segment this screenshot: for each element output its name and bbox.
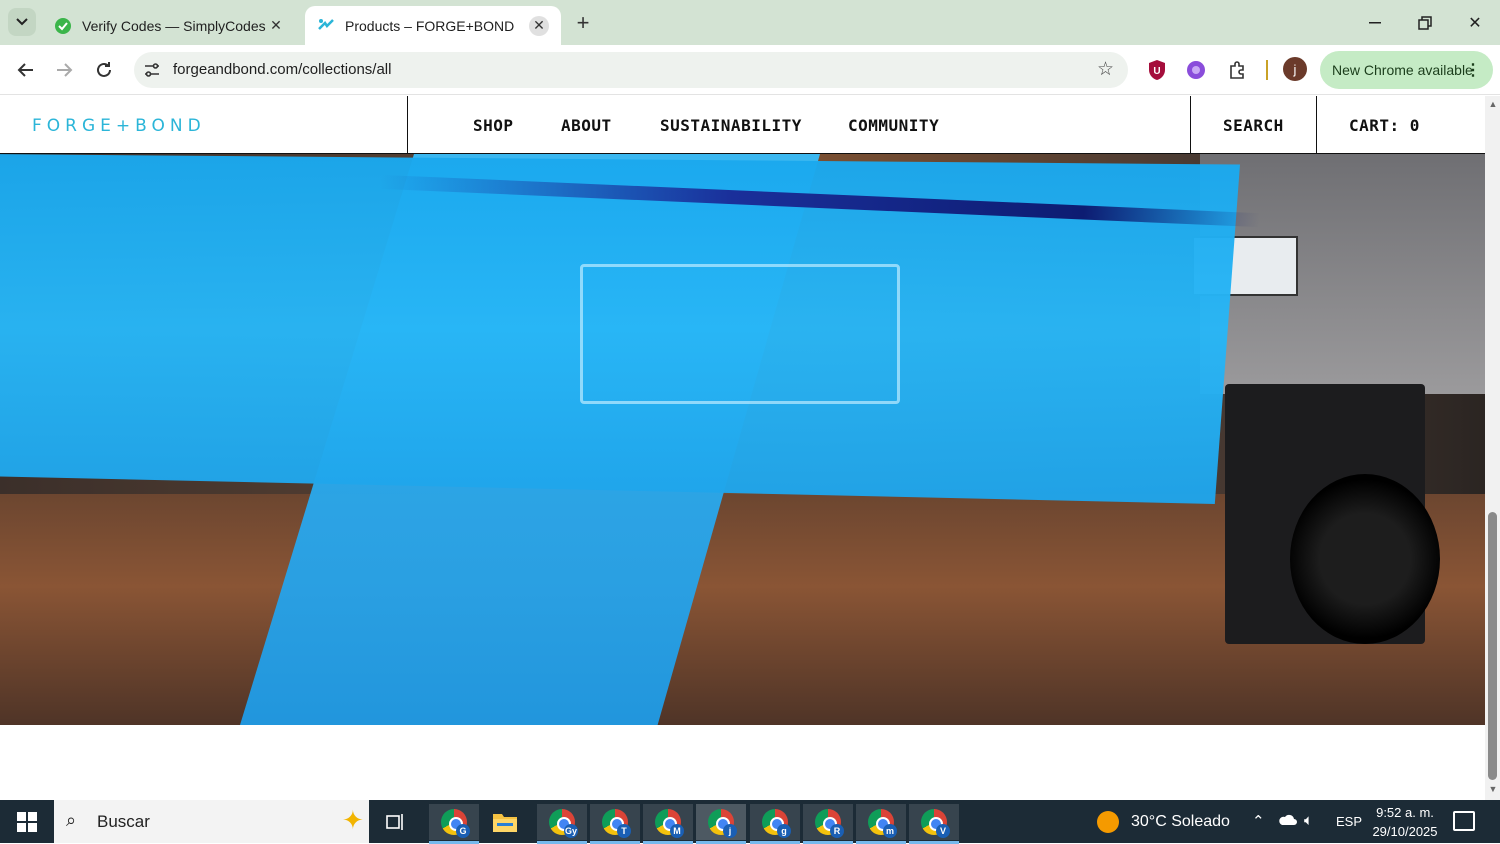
language-indicator[interactable]: ESP xyxy=(1336,814,1362,829)
ublock-icon[interactable]: U xyxy=(1145,58,1169,82)
profile-badge: V xyxy=(936,824,950,838)
new-chrome-label: New Chrome available xyxy=(1332,62,1473,78)
header-divider xyxy=(1190,96,1191,154)
more-menu-icon[interactable]: ⋮ xyxy=(1465,60,1481,80)
close-icon[interactable]: ✕ xyxy=(266,16,286,36)
site-header: FORGE+BOND SHOP ABOUT SUSTAINABILITY COM… xyxy=(0,96,1485,154)
profile-badge: m xyxy=(883,824,897,838)
taskbar-chrome-r[interactable]: R xyxy=(803,804,853,844)
clock-time: 9:52 a. m. xyxy=(1376,805,1434,820)
sparkle-icon: ✦ xyxy=(342,805,364,835)
scroll-thumb[interactable] xyxy=(1488,512,1497,780)
taskbar-chrome-m2[interactable]: m xyxy=(856,804,906,844)
svg-text:U: U xyxy=(1153,66,1160,77)
weather-text: 30°C Soleado xyxy=(1131,813,1230,830)
forward-icon[interactable] xyxy=(50,55,80,85)
folder-icon xyxy=(493,814,517,832)
toolbar-separator xyxy=(1266,60,1268,80)
profile-badge: T xyxy=(617,824,631,838)
taskbar-chrome-t[interactable]: T xyxy=(590,804,640,844)
clock-date: 29/10/2025 xyxy=(1372,824,1438,839)
forgebond-icon xyxy=(317,17,335,35)
profile-badge: Gy xyxy=(564,824,578,838)
profile-badge: G xyxy=(456,824,470,838)
chevron-down-icon xyxy=(16,18,28,26)
nav-sustainability[interactable]: SUSTAINABILITY xyxy=(660,116,802,135)
minimize-icon[interactable] xyxy=(1350,0,1400,45)
close-icon[interactable]: ✕ xyxy=(529,15,549,36)
hero-image xyxy=(0,154,1485,725)
taskbar-chrome-m[interactable]: M xyxy=(643,804,693,844)
search-icon: ⌕ xyxy=(66,810,77,830)
chevron-up-icon[interactable]: ⌃ xyxy=(1252,812,1265,830)
extensions-puzzle-icon[interactable] xyxy=(1225,58,1249,82)
nav-about[interactable]: ABOUT xyxy=(561,116,612,135)
new-tab-button[interactable]: + xyxy=(570,10,596,36)
taskbar-search-placeholder: Buscar xyxy=(97,812,150,831)
tab-title: Verify Codes — SimplyCodes xyxy=(82,17,266,34)
simplycodes-icon xyxy=(54,17,72,35)
back-icon[interactable] xyxy=(10,55,40,85)
taskbar-chrome-gy[interactable]: Gy xyxy=(537,804,587,844)
reload-icon[interactable] xyxy=(89,55,119,85)
header-divider xyxy=(1316,96,1317,154)
nav-cart[interactable]: CART: 0 xyxy=(1349,116,1420,135)
tab-search-button[interactable] xyxy=(8,8,36,36)
taskbar-chrome-g[interactable]: G xyxy=(429,804,479,844)
nav-search[interactable]: SEARCH xyxy=(1223,116,1284,135)
onedrive-icon[interactable] xyxy=(1277,812,1297,830)
hero-press-outline xyxy=(580,264,900,404)
profile-badge: M xyxy=(670,824,684,838)
weather-widget[interactable]: 30°C Soleado xyxy=(1097,811,1230,833)
scroll-down-icon[interactable]: ▼ xyxy=(1487,784,1499,794)
windows-taskbar: ⌕ Buscar ✦ G Gy T M j g R m V 30°C Solea… xyxy=(0,800,1500,844)
tab-forgebond[interactable]: Products – FORGE+BOND ✕ xyxy=(305,6,561,45)
site-settings-icon[interactable] xyxy=(142,60,162,80)
taskbar-chrome-v[interactable]: V xyxy=(909,804,959,844)
bookmark-star-icon[interactable]: ☆ xyxy=(1097,58,1114,81)
taskbar-file-explorer[interactable] xyxy=(480,804,530,840)
header-divider xyxy=(407,96,408,154)
nav-shop[interactable]: SHOP xyxy=(473,116,514,135)
taskbar-chrome-j[interactable]: j xyxy=(696,804,746,844)
address-bar[interactable]: forgeandbond.com/collections/all ☆ xyxy=(134,52,1128,88)
windows-start-icon[interactable] xyxy=(0,800,54,843)
close-window-icon[interactable]: ✕ xyxy=(1450,0,1500,45)
nav-community[interactable]: COMMUNITY xyxy=(848,116,939,135)
profile-badge: g xyxy=(777,824,791,838)
profile-badge: j xyxy=(723,824,737,838)
tab-strip: Verify Codes — SimplyCodes ✕ Products – … xyxy=(0,0,1500,45)
profile-avatar[interactable]: j xyxy=(1283,57,1307,81)
url-text: forgeandbond.com/collections/all xyxy=(173,61,392,78)
sun-icon xyxy=(1097,811,1119,833)
profile-badge: R xyxy=(830,824,844,838)
tab-title: Products – FORGE+BOND xyxy=(345,17,515,34)
extension-purple-icon[interactable] xyxy=(1184,58,1208,82)
new-chrome-available-button[interactable]: New Chrome available ⋮ xyxy=(1320,51,1493,89)
taskbar-chrome-g2[interactable]: g xyxy=(750,804,800,844)
volume-icon[interactable]: 🔈︎ xyxy=(1304,812,1313,829)
notification-icon[interactable] xyxy=(1453,811,1475,831)
browser-toolbar: forgeandbond.com/collections/all ☆ U j N… xyxy=(0,45,1500,95)
tab-simplycodes[interactable]: Verify Codes — SimplyCodes ✕ xyxy=(42,6,298,45)
restore-icon[interactable] xyxy=(1400,0,1450,45)
taskbar-clock[interactable]: 9:52 a. m. 29/10/2025 xyxy=(1365,803,1445,841)
site-logo[interactable]: FORGE+BOND xyxy=(32,116,206,136)
taskbar-search[interactable]: ⌕ Buscar ✦ xyxy=(54,800,369,843)
scroll-up-icon[interactable]: ▲ xyxy=(1487,99,1499,109)
hero-fan xyxy=(1290,474,1440,644)
task-view-icon[interactable] xyxy=(371,804,421,840)
